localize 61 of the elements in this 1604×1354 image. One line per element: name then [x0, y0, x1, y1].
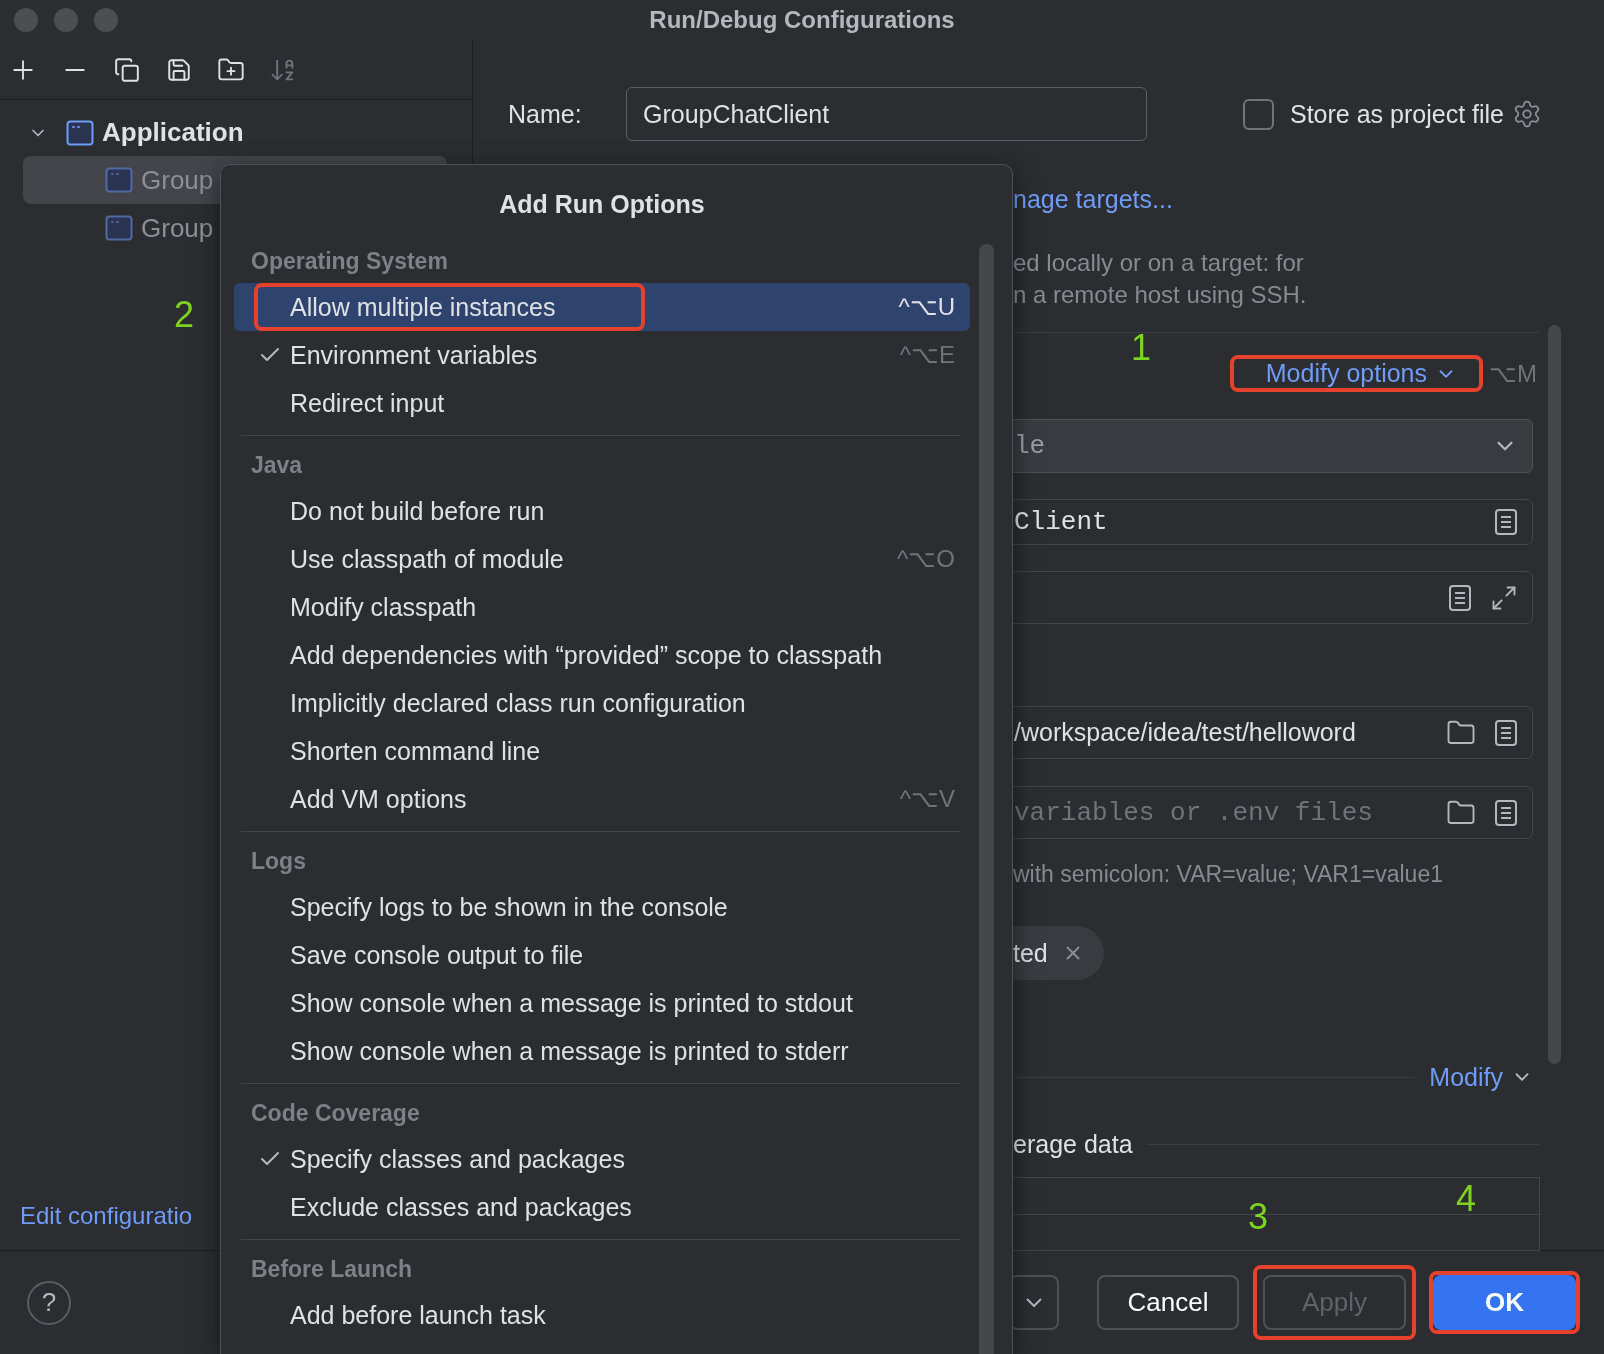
chevron-icon [1026, 1298, 1042, 1307]
application-icon [105, 215, 133, 241]
document-icon[interactable] [1494, 718, 1518, 747]
shortcut-text: ⌥M [1489, 359, 1537, 388]
menu-item[interactable]: Show console when a message is printed to stdout [234, 979, 970, 1027]
checkbox-label: Store as project file [1290, 99, 1504, 129]
section-heading: erage data [1013, 1129, 1133, 1159]
shortcut-text: ^⌥E [899, 340, 955, 370]
annotation-number: 4 [1456, 1177, 1477, 1221]
hint-text: with semicolon: VAR=value; VAR1=value1 [1013, 861, 1444, 889]
description-text: n a remote host using SSH. [1013, 280, 1308, 310]
section-heading: Java [250, 450, 304, 480]
menu-item[interactable]: Modify classpath [234, 583, 970, 631]
menu-item[interactable]: Specify classes and packages [234, 1135, 970, 1183]
document-icon[interactable] [1448, 583, 1472, 612]
annotation-number: 1 [1131, 326, 1152, 370]
settings-icon[interactable] [1512, 99, 1542, 129]
manage-targets-link[interactable]: nage targets... [1013, 184, 1540, 214]
menu-item[interactable]: Environment variables ^⌥E [234, 331, 970, 379]
menu-item[interactable]: Add before launch task [234, 1291, 970, 1339]
modify-button[interactable]: Modify [1429, 1062, 1533, 1092]
description-text: ed locally or on a target: for [1013, 248, 1305, 278]
section-heading: Logs [250, 846, 307, 876]
menu-item[interactable]: Implicitly declared class run configuration [234, 679, 970, 727]
menu-item[interactable]: Use classpath of module ^⌥O [234, 535, 970, 583]
popup-title: Add Run Options [498, 189, 706, 220]
menu-item[interactable]: Add VM options ^⌥V [234, 775, 970, 823]
shortcut-text: ^⌥O [897, 544, 955, 574]
cancel-button[interactable]: Cancel [1097, 1275, 1239, 1330]
tree-item[interactable]: Application [102, 117, 244, 148]
window-title: Run/Debug Configurations [649, 6, 955, 34]
scrollbar[interactable] [1548, 325, 1561, 1064]
annotation-number: 2 [174, 293, 195, 337]
scrollbar[interactable] [979, 244, 994, 1354]
menu-item[interactable]: Show console when a message is printed to stderr [234, 1027, 970, 1075]
shortcut-text: ^⌥V [899, 784, 955, 814]
document-icon[interactable] [1494, 508, 1518, 536]
application-icon [66, 119, 94, 146]
annotation-box: Allow multiple instances [254, 283, 646, 331]
menu-item[interactable]: Save console output to file [234, 931, 970, 979]
checkbox[interactable] [1243, 98, 1274, 130]
copy-icon[interactable] [114, 56, 140, 83]
shortcut-text: ^⌥U [898, 292, 955, 322]
modify-options-button[interactable]: Modify options [1265, 359, 1457, 388]
name-field[interactable]: GroupChatClient [626, 87, 1147, 141]
application-icon [105, 167, 133, 193]
section-heading: Before Launch [250, 1254, 414, 1284]
menu-item[interactable]: Specify logs to be shown in the console [234, 883, 970, 931]
menu-item[interactable]: Add dependencies with “provided” scope to classpath [234, 631, 970, 679]
save-icon[interactable] [166, 56, 192, 83]
menu-item[interactable]: Exclude classes and packages [234, 1183, 970, 1231]
menu-item[interactable]: Redirect input [234, 379, 970, 427]
menu-item[interactable]: Allow multiple instances ^⌥U [234, 283, 970, 331]
annotation-number: 3 [1248, 1195, 1269, 1239]
document-icon[interactable] [1494, 798, 1518, 827]
menu-item[interactable]: Shorten command line [234, 727, 970, 775]
help-button[interactable]: ? [27, 1280, 71, 1325]
section-heading: Code Coverage [250, 1098, 421, 1128]
menu-item[interactable]: Do not build before run [234, 487, 970, 535]
name-label: Name: [508, 99, 583, 129]
ok-button[interactable]: OK [1433, 1275, 1576, 1330]
